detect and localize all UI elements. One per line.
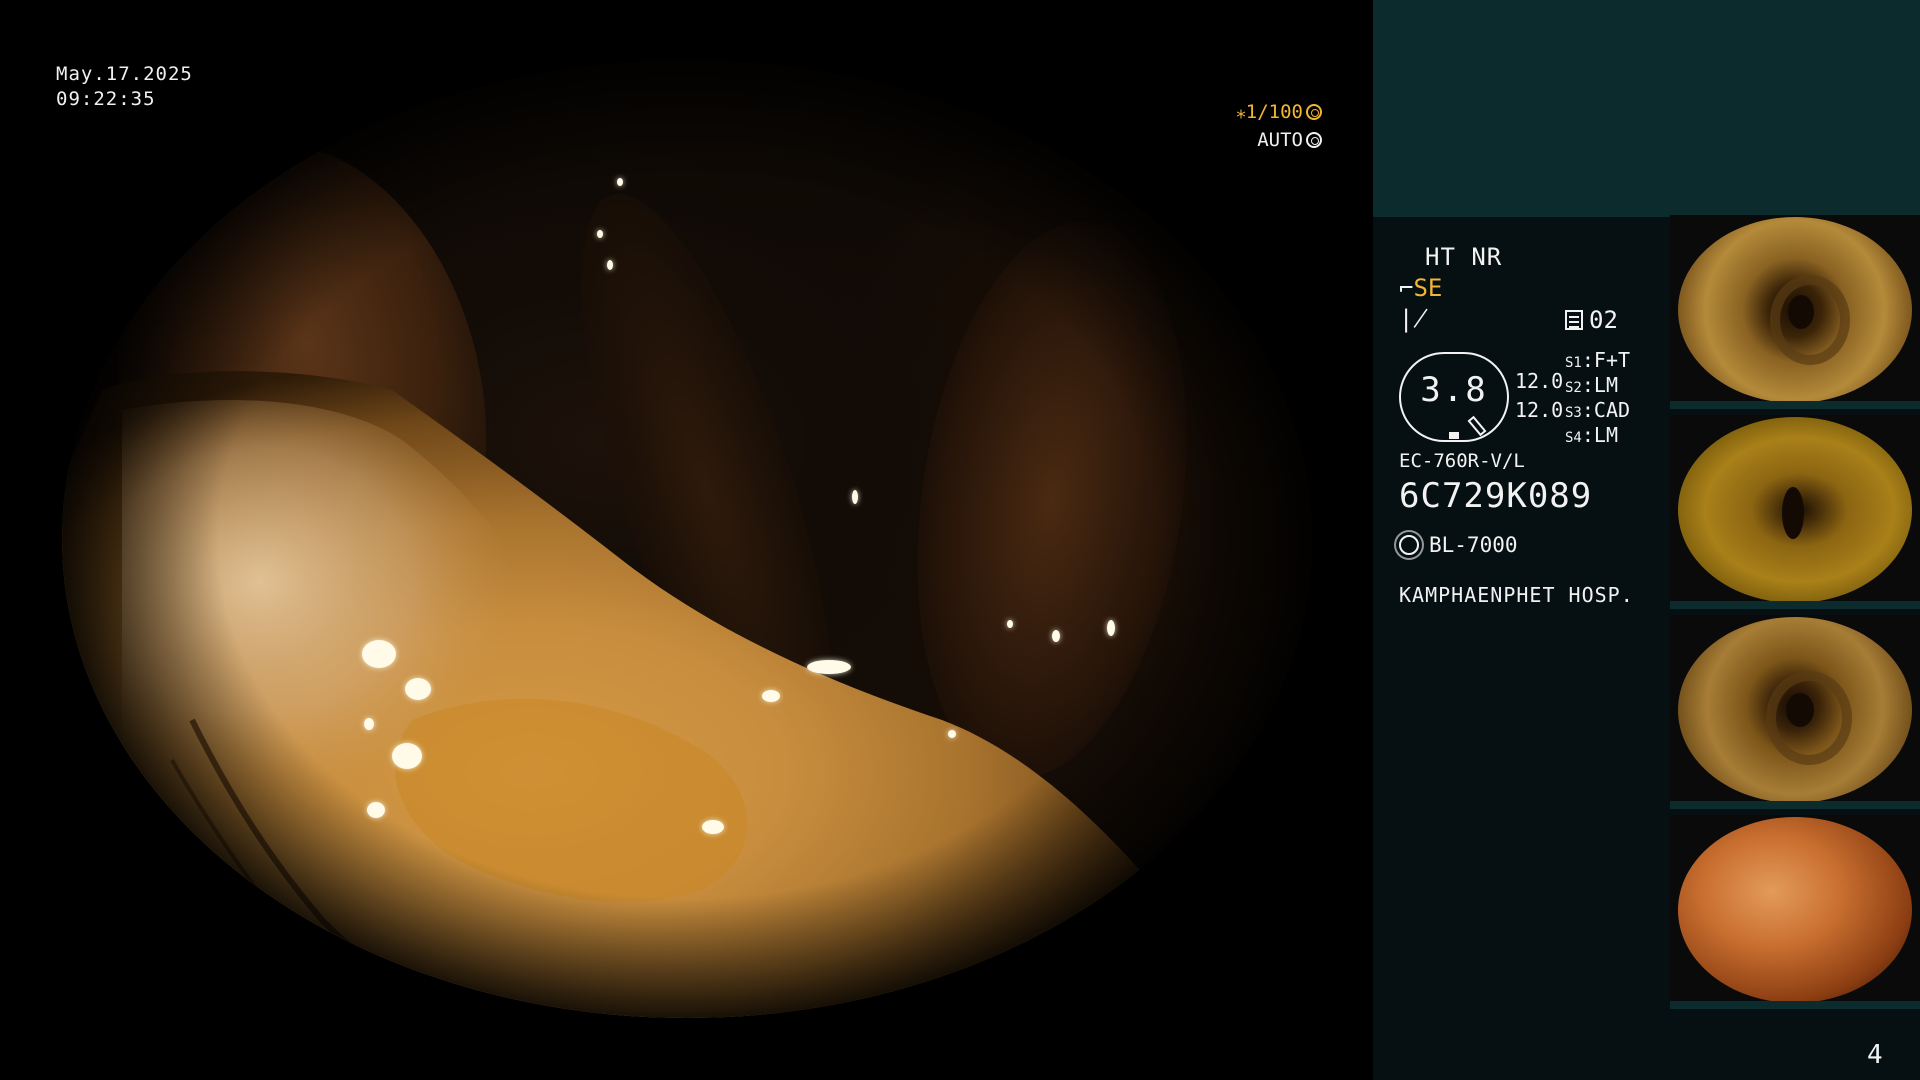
specular-highlight (702, 820, 724, 834)
setting-label: S2 (1565, 380, 1582, 396)
mucosa-surface (62, 60, 1312, 1018)
enhancement-label: SE (1413, 274, 1443, 302)
thumbnail-caption-bar (1670, 801, 1920, 809)
light-source-icon (1399, 535, 1419, 555)
setting-s4: S4:LM (1565, 423, 1618, 447)
setting-label: S1 (1565, 355, 1582, 371)
endoscopic-image (62, 60, 1312, 1018)
scope-model: EC-760R-V/L (1399, 450, 1525, 472)
time-label: 09:22:35 (56, 88, 156, 110)
setting-s3: S3:CAD (1565, 398, 1631, 422)
info-panel: HT NR ⌐SE ∤ 02 3.8 12.0 12.0 S1:F+T S2:L… (1373, 0, 1920, 1080)
thumbnail-4[interactable] (1670, 815, 1920, 1009)
setting-s2: S2:LM (1565, 373, 1618, 397)
setting-value: CAD (1593, 398, 1631, 422)
scope-serial: 6C729K089 (1399, 476, 1593, 516)
specular-highlight (392, 743, 422, 769)
thumbnail-image (1678, 817, 1912, 1003)
auto-iris-label: AUTO (1257, 129, 1303, 151)
specular-highlight (762, 690, 780, 702)
freeze-row: ∤ (1399, 305, 1428, 333)
lumen-center (1786, 693, 1814, 727)
endoscopy-screen: May.17.2025 09:22:35 ⁎1/100 AUTO HT NR ⌐… (0, 0, 1920, 1080)
specular-highlight (597, 230, 603, 238)
thumbnail-caption-bar (1670, 601, 1920, 609)
thumbnail-caption-bar (1670, 401, 1920, 409)
setting-value: LM (1593, 373, 1618, 397)
lumen-center (1782, 487, 1804, 539)
page-number: 4 (1867, 1040, 1883, 1070)
setting-label: S3 (1565, 405, 1582, 421)
lumen-center (1788, 295, 1814, 329)
value-a: 12.0 (1515, 369, 1564, 393)
image-mode-label: HT NR (1425, 243, 1503, 271)
date-label: May.17.2025 (56, 63, 193, 85)
specular-highlight (405, 678, 431, 700)
scope-status-badge: 3.8 (1399, 352, 1509, 442)
scope-status-value: 3.8 (1420, 370, 1488, 410)
light-source-row: BL-7000 (1399, 533, 1518, 557)
specular-highlight (807, 660, 851, 674)
date-time-stamp: May.17.2025 09:22:35 (56, 62, 193, 112)
value-b: 12.0 (1515, 398, 1564, 422)
specular-highlight (1007, 620, 1013, 628)
specular-highlight (852, 490, 858, 504)
thumbnail-3[interactable] (1670, 615, 1920, 809)
specular-highlight (1052, 630, 1060, 642)
shutter-speed-label: ⁎1/100 (1236, 101, 1303, 123)
setting-value: F+T (1593, 348, 1631, 372)
setting-value: LM (1593, 423, 1618, 447)
memory-icon (1565, 310, 1583, 330)
memory-row: 02 (1565, 306, 1618, 334)
thumbnail-2[interactable] (1670, 415, 1920, 609)
shutter-icon (1306, 104, 1322, 120)
badge-marker-icon (1449, 432, 1459, 439)
enhancement-row: ⌐SE (1399, 274, 1442, 302)
thumbnail-1[interactable] (1670, 215, 1920, 409)
enhancement-icon: ⌐ (1399, 274, 1414, 302)
specular-highlight (1107, 620, 1115, 636)
setting-s1: S1:F+T (1565, 348, 1631, 372)
scope-info-column: HT NR ⌐SE ∤ 02 3.8 12.0 12.0 S1:F+T S2:L… (1373, 0, 1673, 1080)
specular-highlight (364, 718, 374, 730)
light-source-label: BL-7000 (1429, 533, 1518, 557)
setting-label: S4 (1565, 430, 1582, 446)
freeze-icon: ∤ (1399, 305, 1428, 333)
specular-highlight (362, 640, 396, 668)
specular-highlight (607, 260, 613, 270)
exposure-readout: ⁎1/100 AUTO (1212, 98, 1322, 154)
thumbnail-caption-bar (1670, 1001, 1920, 1009)
iris-icon (1306, 132, 1322, 148)
hospital-name: KAMPHAENPHET HOSP. (1399, 583, 1634, 607)
specular-highlight (617, 178, 623, 186)
specular-highlight (948, 730, 956, 738)
specular-highlight (367, 802, 385, 818)
memory-label: 02 (1589, 306, 1618, 334)
